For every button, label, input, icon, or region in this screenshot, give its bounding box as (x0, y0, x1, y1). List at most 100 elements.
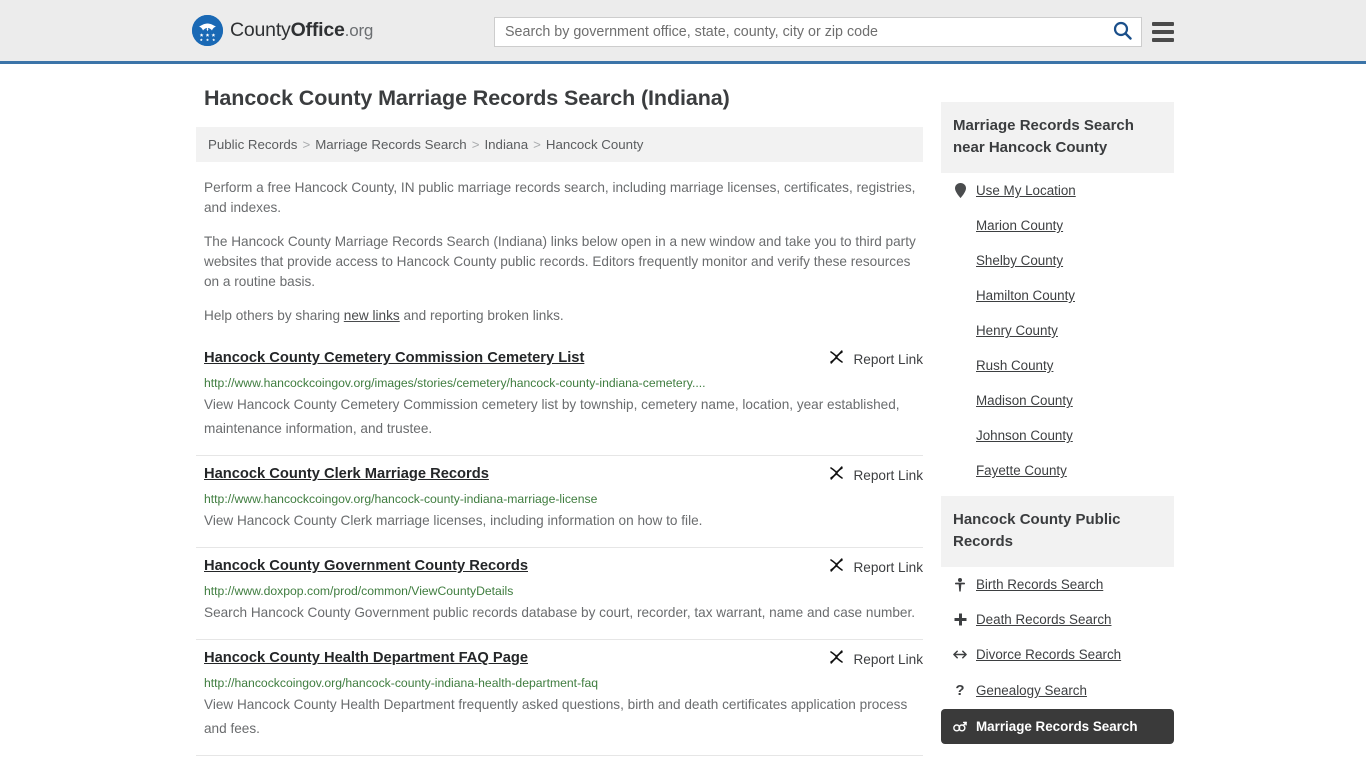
intro-paragraph-3: Help others by sharing new links and rep… (204, 306, 923, 326)
cross-icon (953, 613, 967, 626)
result-item: Hancock County Health Department FAQ Pag… (196, 640, 923, 756)
breadcrumb-item-public-records[interactable]: Public Records (208, 137, 297, 152)
sidebar-nearby-list: Use My Location Marion County Shelby Cou… (941, 173, 1174, 488)
report-link-button[interactable]: Report Link (828, 348, 923, 370)
breadcrumb: Public Records > Marriage Records Search > I… (196, 127, 923, 162)
sidebar-public-records-list: Birth Records Search Death Records Searc… (941, 567, 1174, 744)
report-link-button[interactable]: Report Link (828, 464, 923, 486)
new-links-link[interactable]: new links (344, 308, 400, 323)
intro-text: Perform a free Hancock County, IN public… (196, 178, 923, 326)
county-link[interactable]: Rush County (976, 358, 1053, 373)
result-url: http://www.hancockcoingov.org/images/sto… (204, 376, 706, 390)
broken-link-icon (828, 557, 845, 578)
search-input[interactable] (495, 18, 1103, 46)
sidebar-item-use-my-location[interactable]: Use My Location (941, 173, 1174, 208)
report-link-label: Report Link (853, 652, 923, 667)
public-record-link[interactable]: Birth Records Search (976, 577, 1103, 592)
result-title-link[interactable]: Hancock County Cemetery Commission Cemet… (204, 348, 584, 368)
county-link[interactable]: Henry County (976, 323, 1058, 338)
question-mark-icon: ? (955, 682, 965, 699)
report-link-label: Report Link (853, 468, 923, 483)
result-description: View Hancock County Cemetery Commission … (204, 397, 900, 436)
sidebar-item-fayette-county[interactable]: Fayette County (941, 453, 1174, 488)
sidebar-item-divorce-records-search[interactable]: Divorce Records Search (941, 637, 1174, 672)
county-link[interactable]: Johnson County (976, 428, 1073, 443)
result-header: Hancock County Cemetery Commission Cemet… (204, 348, 923, 370)
result-item: Hancock County Cemetery Commission Cemet… (196, 340, 923, 456)
result-description: View Hancock County Health Department fr… (204, 697, 908, 736)
county-link[interactable]: Shelby County (976, 253, 1063, 268)
report-link-label: Report Link (853, 352, 923, 367)
sidebar: Marriage Records Search near Hancock Cou… (941, 86, 1174, 756)
result-item: Hancock County Government County Records… (196, 548, 923, 640)
breadcrumb-separator: > (533, 137, 541, 152)
baby-icon (953, 577, 967, 592)
sidebar-item-madison-county[interactable]: Madison County (941, 383, 1174, 418)
broken-link-icon (828, 349, 845, 370)
intro-paragraph-2: The Hancock County Marriage Records Sear… (204, 234, 916, 289)
search-button[interactable] (1103, 18, 1141, 46)
sidebar-item-rush-county[interactable]: Rush County (941, 348, 1174, 383)
broken-link-icon (828, 465, 845, 486)
public-record-link[interactable]: Marriage Records Search (976, 719, 1138, 734)
public-record-link[interactable]: Death Records Search (976, 612, 1111, 627)
sidebar-item-hamilton-county[interactable]: Hamilton County (941, 278, 1174, 313)
broken-link-icon (828, 649, 845, 670)
sidebar-item-death-records-search[interactable]: Death Records Search (941, 602, 1174, 637)
sidebar-public-records-heading: Hancock County Public Records (941, 496, 1174, 567)
result-url: http://hancockcoingov.org/hancock-county… (204, 676, 599, 690)
search-bar (494, 17, 1142, 47)
result-title-link[interactable]: Hancock County Clerk Marriage Records (204, 464, 489, 484)
sidebar-item-shelby-county[interactable]: Shelby County (941, 243, 1174, 278)
breadcrumb-separator: > (471, 137, 480, 152)
report-link-button[interactable]: Report Link (828, 556, 923, 578)
sidebar-item-henry-county[interactable]: Henry County (941, 313, 1174, 348)
hamburger-bar-2 (1152, 30, 1174, 34)
site-header: CountyOffice.org (0, 0, 1366, 64)
site-logo-text: CountyOffice.org (230, 19, 373, 42)
breadcrumb-item-marriage-records-search[interactable]: Marriage Records Search (315, 137, 467, 152)
page-title: Hancock County Marriage Records Search (… (204, 86, 730, 110)
sidebar-item-johnson-county[interactable]: Johnson County (941, 418, 1174, 453)
intro-paragraph-3-before: Help others by sharing (204, 308, 344, 323)
county-link[interactable]: Madison County (976, 393, 1073, 408)
hamburger-menu-icon[interactable] (1152, 20, 1174, 44)
result-description: View Hancock County Clerk marriage licen… (204, 513, 703, 528)
result-header: Hancock County Health Department FAQ Pag… (204, 648, 923, 670)
public-record-link[interactable]: Genealogy Search (976, 683, 1087, 698)
result-url: http://www.doxpop.com/prod/common/ViewCo… (204, 584, 514, 598)
sidebar-item-marriage-records-search[interactable]: Marriage Records Search (941, 709, 1174, 744)
page-body: Hancock County Marriage Records Search (… (0, 64, 1366, 756)
male-female-icon (953, 720, 967, 733)
sidebar-item-genealogy-search[interactable]: ? Genealogy Search (941, 672, 1174, 709)
eagle-shield-logo-icon (192, 15, 223, 46)
report-link-label: Report Link (853, 560, 923, 575)
map-pin-icon (953, 183, 967, 198)
logo-text-county: County (230, 19, 291, 41)
breadcrumb-separator: > (302, 137, 311, 152)
search-icon (1113, 21, 1132, 43)
result-url: http://www.hancockcoingov.org/hancock-co… (204, 492, 598, 506)
breadcrumb-item-hancock-county[interactable]: Hancock County (546, 137, 644, 152)
sidebar-nearby-heading: Marriage Records Search near Hancock Cou… (941, 102, 1174, 173)
breadcrumb-item-indiana[interactable]: Indiana (484, 137, 528, 152)
main-column: Hancock County Marriage Records Search (… (196, 86, 923, 756)
logo-text-org: .org (344, 21, 374, 40)
result-title-link[interactable]: Hancock County Health Department FAQ Pag… (204, 648, 528, 668)
hamburger-bar-3 (1152, 38, 1174, 42)
result-item: Hancock County Clerk Marriage Records Re… (196, 456, 923, 548)
report-link-button[interactable]: Report Link (828, 648, 923, 670)
county-link[interactable]: Hamilton County (976, 288, 1075, 303)
use-my-location-link[interactable]: Use My Location (976, 183, 1076, 198)
county-link[interactable]: Marion County (976, 218, 1063, 233)
result-description: Search Hancock County Government public … (204, 605, 916, 620)
public-record-link[interactable]: Divorce Records Search (976, 647, 1121, 662)
content-container: Hancock County Marriage Records Search (… (196, 64, 1176, 756)
sidebar-item-marion-county[interactable]: Marion County (941, 208, 1174, 243)
hamburger-bar-1 (1152, 22, 1174, 26)
sidebar-item-birth-records-search[interactable]: Birth Records Search (941, 567, 1174, 602)
intro-paragraph-3-after: and reporting broken links. (399, 308, 564, 323)
county-link[interactable]: Fayette County (976, 463, 1067, 478)
site-logo[interactable]: CountyOffice.org (192, 15, 373, 46)
result-title-link[interactable]: Hancock County Government County Records (204, 556, 528, 576)
